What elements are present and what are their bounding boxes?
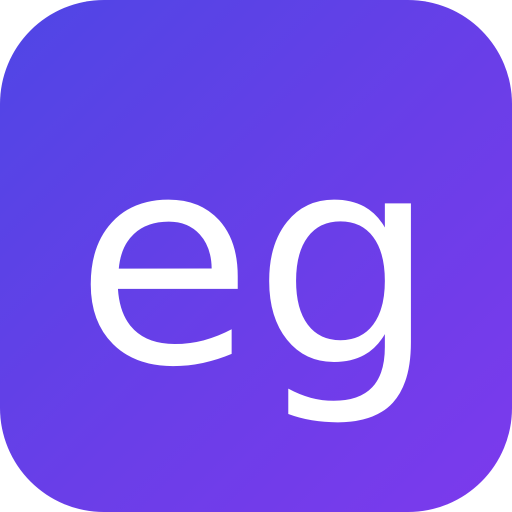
app-icon: eg: [0, 0, 512, 512]
app-icon-monogram: eg: [75, 94, 438, 431]
app-icon-label: eg: [75, 94, 438, 431]
